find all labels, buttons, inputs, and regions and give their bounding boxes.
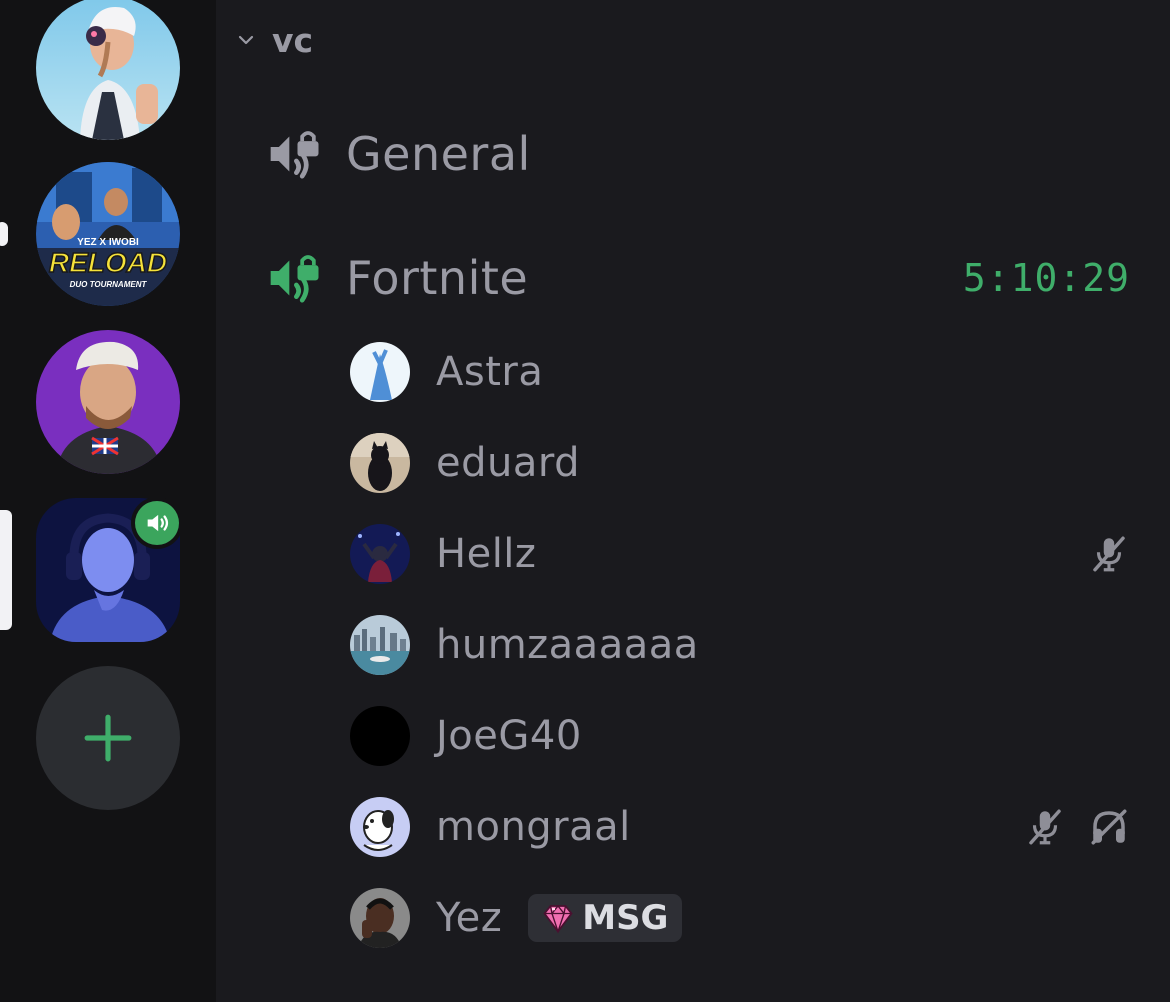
channel-category[interactable]: vc — [234, 18, 313, 62]
user-avatar-humzaaaaaa-icon — [350, 615, 410, 675]
user-avatar-astra-icon — [350, 342, 410, 402]
voice-member-mongraal[interactable]: mongraal — [350, 796, 1130, 858]
unread-indicator — [0, 222, 8, 246]
voice-member-humzaaaaaa[interactable]: humzaaaaaa — [350, 614, 1130, 676]
avatar — [350, 342, 410, 402]
mic-muted-icon — [1029, 809, 1061, 845]
server-icon-reload[interactable]: YEZ X IWOBI RELOAD DUO TOURNAMENT — [36, 162, 180, 306]
category-name: vc — [272, 20, 314, 60]
member-name: humzaaaaaa — [436, 622, 699, 668]
voice-member-hellz[interactable]: Hellz — [350, 523, 1130, 585]
channel-name: General — [346, 127, 531, 181]
server-avatar-skin-icon — [36, 0, 180, 140]
speaker-icon — [147, 514, 169, 532]
svg-text:RELOAD: RELOAD — [49, 247, 167, 278]
avatar — [350, 706, 410, 766]
mic-muted-icon — [1093, 536, 1125, 572]
voice-member-astra[interactable]: Astra — [350, 341, 1130, 403]
gem-icon — [543, 904, 573, 934]
server-avatar-purple-icon — [36, 330, 180, 474]
add-server-button[interactable] — [36, 666, 180, 810]
locked-voice-channel-icon — [270, 255, 319, 303]
avatar — [350, 888, 410, 948]
voice-member-joeg40[interactable]: JoeG40 — [350, 705, 1130, 767]
locked-voice-channel-icon — [270, 131, 319, 179]
voice-channel-fortnite[interactable]: Fortnite 5:10:29 — [266, 246, 1130, 310]
voice-connected-badge — [131, 497, 183, 549]
user-avatar-joeg40-icon — [350, 706, 410, 766]
chevron-down-icon — [238, 35, 254, 45]
avatar — [350, 433, 410, 493]
member-status-icons — [1024, 806, 1130, 848]
voice-member-yez[interactable]: Yez MSG — [350, 887, 1130, 949]
headphones-deafened-icon — [1091, 809, 1127, 845]
server-icon-skin[interactable] — [36, 0, 180, 140]
member-name: Astra — [436, 349, 544, 395]
voice-member-eduard[interactable]: eduard — [350, 432, 1130, 494]
channel-name: Fortnite — [346, 251, 529, 305]
avatar — [350, 615, 410, 675]
member-name: Yez — [436, 895, 503, 941]
server-rail: YEZ X IWOBI RELOAD DUO TOURNAMENT — [0, 0, 216, 1002]
server-tag[interactable]: MSG — [528, 894, 683, 942]
selected-indicator — [0, 510, 12, 630]
plus-icon — [84, 714, 132, 762]
avatar — [350, 797, 410, 857]
voice-channel-general[interactable]: General — [266, 122, 1130, 186]
call-timer: 5:10:29 — [962, 256, 1130, 300]
member-status-icons — [1088, 533, 1130, 575]
member-name: Hellz — [436, 531, 537, 577]
server-icon-purple[interactable] — [36, 330, 180, 474]
server-tag-text: MSG — [582, 898, 669, 938]
member-name: eduard — [436, 440, 580, 486]
user-avatar-mongraal-icon — [350, 797, 410, 857]
svg-text:DUO TOURNAMENT: DUO TOURNAMENT — [70, 280, 148, 289]
server-avatar-reload-icon: YEZ X IWOBI RELOAD DUO TOURNAMENT — [36, 162, 180, 306]
user-avatar-yez-icon — [350, 888, 410, 948]
member-name: mongraal — [436, 804, 631, 850]
user-avatar-eduard-icon — [350, 433, 410, 493]
member-name: JoeG40 — [436, 713, 582, 759]
avatar — [350, 524, 410, 584]
user-avatar-hellz-icon — [350, 524, 410, 584]
